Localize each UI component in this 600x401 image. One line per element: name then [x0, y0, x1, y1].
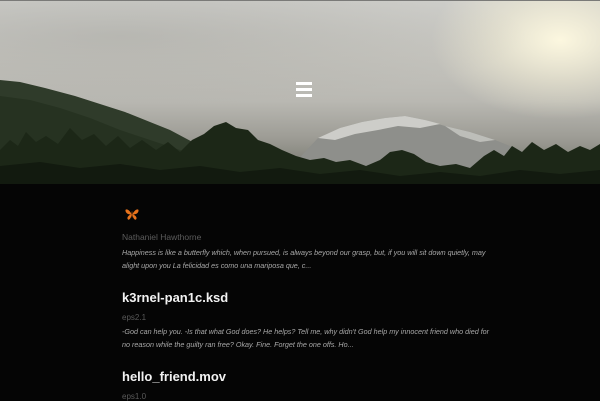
post-excerpt: -God can help you. -Is that what God doe… — [122, 327, 490, 349]
post-episode: eps2.1 — [122, 313, 147, 322]
post-title-link[interactable]: k3rnel-pan1c.ksd — [122, 290, 228, 305]
hamburger-menu-icon[interactable] — [296, 80, 314, 98]
blog-content: Nathaniel Hawthorne Happiness is like a … — [122, 206, 492, 401]
author-name: Nathaniel Hawthorne — [122, 232, 202, 242]
top-border — [0, 0, 600, 1]
hero-banner — [0, 0, 600, 184]
post-title-link[interactable]: hello_friend.mov — [122, 369, 226, 384]
post-item: hello_friend.mov eps1.0 — [122, 368, 492, 401]
post-item: k3rnel-pan1c.ksd eps2.1 -God can help yo… — [122, 289, 492, 351]
blog-quote: Happiness is like a butterfly which, whe… — [122, 248, 486, 270]
butterfly-icon[interactable] — [124, 206, 140, 222]
